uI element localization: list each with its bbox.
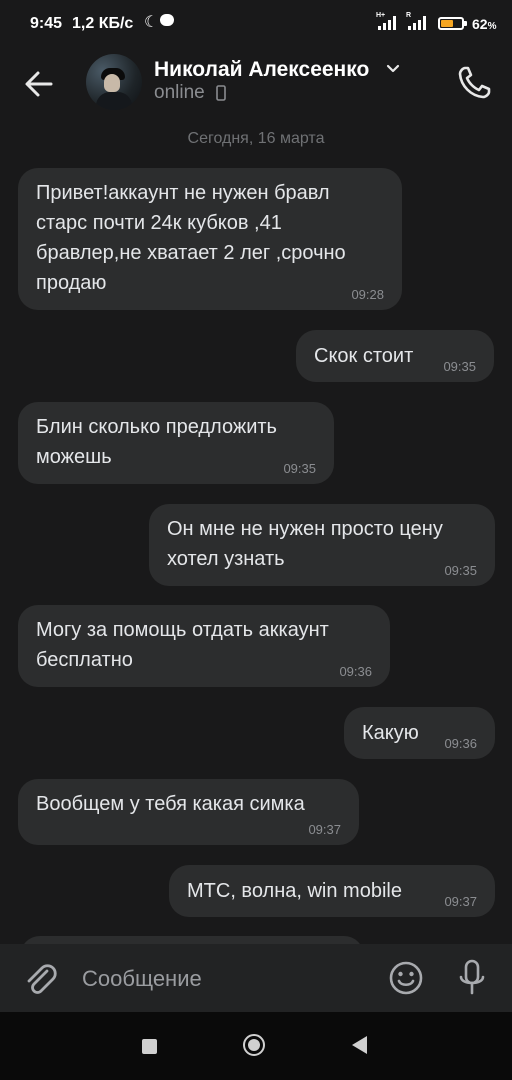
system-back-button[interactable] [352,1036,367,1054]
phone-call-icon [458,66,491,99]
message-outgoing[interactable]: Какую 09:36 [344,707,495,759]
message-notification-icon [160,14,174,26]
signal-strength-icon-2: R [406,12,428,30]
message-incoming[interactable]: Привет!аккаунт не нужен бравл старс почт… [18,168,402,310]
message-outgoing[interactable]: МТС, волна, win mobile 09:37 [169,865,495,917]
back-arrow-icon [25,71,53,97]
message-time: 09:28 [351,287,384,302]
chevron-down-icon[interactable] [384,60,402,78]
system-navigation-bar [0,1012,512,1080]
status-time: 9:45 [30,15,63,32]
message-text: Могу за помощь отдать аккаунт бесплатно [36,619,329,671]
message-text: Блин сколько предложить можешь [36,416,277,468]
message-time: 09:37 [444,894,477,909]
battery-percent: 62% [472,16,497,32]
message-outgoing[interactable]: Скок стоит 09:35 [296,330,494,382]
message-outgoing[interactable]: Он мне не нужен просто цену хотел узнать… [149,504,495,586]
back-button[interactable] [18,62,62,106]
do-not-disturb-icon: ☾ [144,14,159,31]
message-time: 09:35 [444,563,477,578]
avatar[interactable] [86,54,142,110]
signal-strength-icon: H+ [376,12,398,30]
message-time: 09:35 [283,461,316,476]
message-text: Вообщем у тебя какая симка [36,793,305,815]
message-time: 09:37 [308,822,341,837]
microphone-icon[interactable] [456,958,488,998]
paperclip-icon[interactable] [20,958,60,998]
home-button[interactable] [243,1034,265,1056]
status-network-speed: 1,2 КБ/с [72,15,134,32]
message-incoming[interactable]: Могу за помощь отдать аккаунт бесплатно … [18,605,390,687]
battery-icon [438,17,464,30]
recent-apps-button[interactable] [142,1039,157,1054]
message-time: 09:36 [339,664,372,679]
contact-name[interactable]: Николай Алексеенко [154,58,369,82]
message-text: Он мне не нужен просто цену хотел узнать [167,518,443,570]
message-incoming[interactable]: Вообщем у тебя какая симка 09:37 [18,779,359,845]
mobile-phone-icon [216,85,226,101]
message-time: 09:36 [444,736,477,751]
message-input[interactable]: Сообщение [82,966,202,992]
message-time: 09:35 [443,359,476,374]
message-text: Привет!аккаунт не нужен бравл старс почт… [36,182,346,294]
message-composer: Сообщение [0,944,512,1012]
message-incoming[interactable]: Блин сколько предложить можешь 09:35 [18,402,334,484]
date-separator: Сегодня, 16 марта [187,130,325,147]
call-button[interactable] [455,62,495,102]
message-text: МТС, волна, win mobile [187,880,402,902]
contact-status: online [154,82,205,103]
emoji-icon[interactable] [388,960,424,996]
status-bar: 9:45 1,2 КБ/с ☾ H+ R 62% [0,0,512,50]
chat-header: Николай Алексеенко online [0,50,512,120]
